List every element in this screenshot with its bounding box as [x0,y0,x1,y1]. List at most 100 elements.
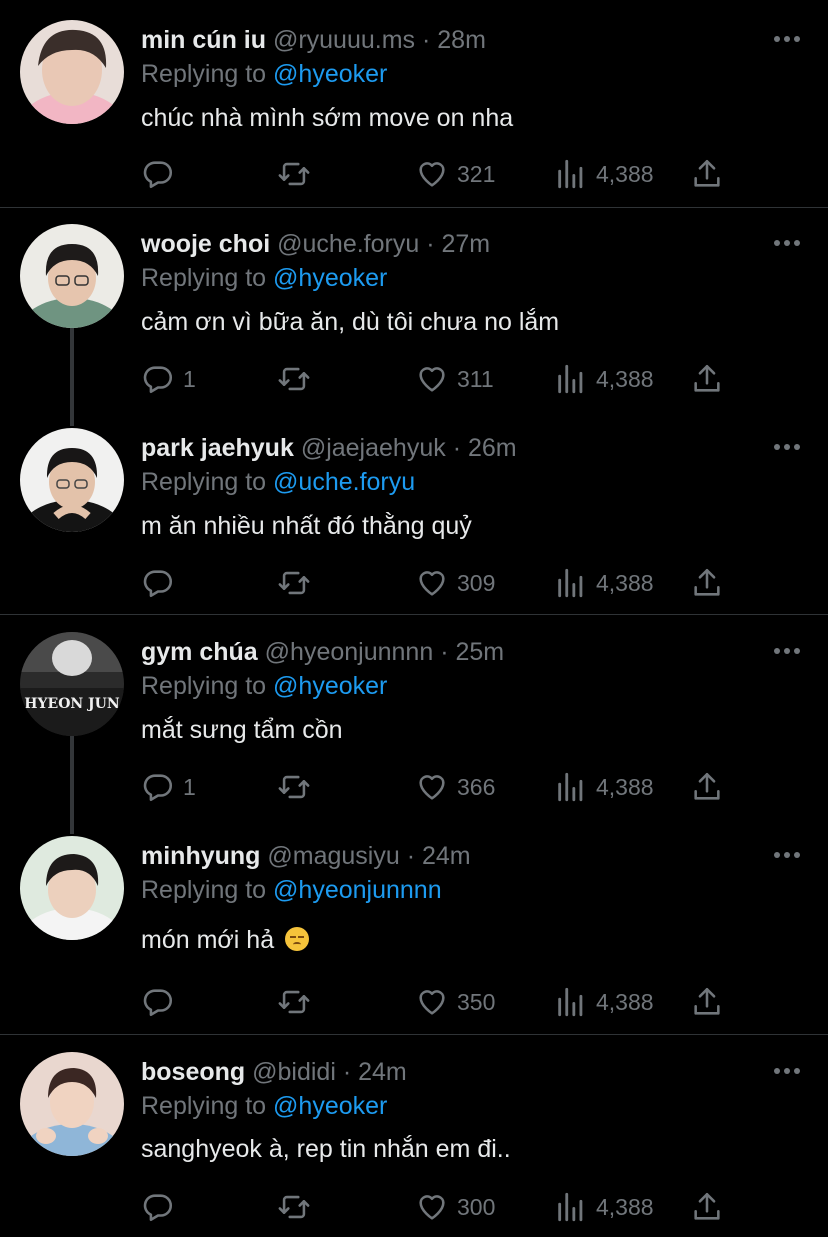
tweet-header: gym chúa @hyeonjunnnn · 25m [141,634,504,670]
reply-button[interactable] [141,1187,183,1227]
user-handle[interactable]: @magusiyu [267,842,399,870]
share-button[interactable] [690,154,724,194]
timestamp[interactable]: 24m [422,842,471,870]
views-button[interactable]: 4,388 [554,563,654,603]
reply-button[interactable]: 1 [141,359,196,399]
like-button[interactable]: 311 [415,359,494,399]
views-count: 4,388 [596,1193,654,1220]
mention-link[interactable]: @hyeoker [273,264,387,292]
heart-icon [419,162,445,187]
like-button[interactable]: 309 [415,563,495,603]
display-name[interactable]: park jaehyuk [141,434,294,462]
replying-to: Replying to @uche.foryu [141,465,415,499]
share-button[interactable] [690,359,724,399]
like-button[interactable]: 350 [415,982,495,1022]
replying-to: Replying to @hyeoker [141,261,387,295]
retweet-icon [278,775,310,799]
display-name[interactable]: wooje choi [141,230,270,258]
avatar[interactable] [20,1052,124,1156]
timestamp[interactable]: 24m [358,1058,407,1086]
user-handle[interactable]: @bididi [252,1058,336,1086]
replying-to-label: Replying to [141,876,267,904]
more-icon[interactable] [774,1066,800,1076]
reply-button[interactable] [141,154,183,194]
views-count: 4,388 [596,569,654,596]
share-button[interactable] [690,767,724,807]
tweet-text: sanghyeok à, rep tin nhắn em đi.. [141,1135,511,1163]
user-handle[interactable]: @ryuuuu.ms [273,26,415,54]
mention-link[interactable]: @hyeoker [273,60,387,88]
views-button[interactable]: 4,388 [554,767,654,807]
views-button[interactable]: 4,388 [554,359,654,399]
retweet-icon [278,571,310,595]
views-button[interactable]: 4,388 [554,154,654,194]
avatar[interactable] [20,428,124,532]
tweet[interactable]: park jaehyuk @jaejaehyuk · 26m Replying … [0,408,828,614]
timestamp[interactable]: 25m [455,638,504,666]
mention-link[interactable]: @hyeoker [273,1092,387,1120]
like-button[interactable]: 321 [415,154,495,194]
tweet-header: wooje choi @uche.foryu · 27m [141,226,490,262]
avatar[interactable] [20,224,124,328]
tweet[interactable]: min cún iu @ryuuuu.ms · 28m Replying to … [0,0,828,207]
avatar[interactable] [20,20,124,124]
timestamp[interactable]: 27m [442,230,491,258]
retweet-button[interactable] [277,563,311,603]
like-count: 350 [457,988,496,1015]
like-count: 300 [457,1193,496,1220]
mention-link[interactable]: @hyeonjunnnn [273,876,442,904]
avatar[interactable]: HYEON JUN [20,632,124,736]
views-button[interactable]: 4,388 [554,982,654,1022]
heart-icon [419,775,445,800]
separator-dot: · [452,434,462,462]
tweet-header: boseong @bididi · 24m [141,1054,407,1090]
share-button[interactable] [690,563,724,603]
retweet-button[interactable] [277,767,311,807]
user-handle[interactable]: @uche.foryu [277,230,419,258]
more-icon[interactable] [774,442,800,452]
replying-to-label: Replying to [141,468,267,496]
separator-dot: · [422,26,431,54]
views-button[interactable]: 4,388 [554,1187,654,1227]
replying-to-label: Replying to [141,672,267,700]
mention-link[interactable]: @hyeoker [273,672,387,700]
tweet-header: minhyung @magusiyu · 24m [141,838,471,874]
tweet-text: m ăn nhiều nhất đó thằng quỷ [141,512,472,540]
display-name[interactable]: min cún iu [141,26,266,54]
reply-button[interactable]: 1 [141,767,196,807]
display-name[interactable]: boseong [141,1058,245,1086]
display-name[interactable]: minhyung [141,842,260,870]
more-icon[interactable] [774,34,800,44]
retweet-button[interactable] [277,982,311,1022]
tweet[interactable]: minhyung @magusiyu · 24m Replying to @hy… [0,816,828,1034]
retweet-icon [278,1195,310,1219]
user-handle[interactable]: @jaejaehyuk [301,434,446,462]
replying-to-label: Replying to [141,60,267,88]
mention-link[interactable]: @uche.foryu [273,468,415,496]
timestamp[interactable]: 26m [468,434,517,462]
timestamp[interactable]: 28m [437,26,486,54]
tweet[interactable]: HYEON JUN gym chúa @hyeonjunnnn · 25m Re… [0,612,828,816]
more-icon[interactable] [774,646,800,656]
avatar-jersey-text: HYEON JUN [24,696,120,712]
views-count: 4,388 [596,988,654,1015]
like-count: 311 [457,365,494,392]
retweet-button[interactable] [277,1187,311,1227]
tweet[interactable]: wooje choi @uche.foryu · 27m Replying to… [0,204,828,408]
tweet[interactable]: boseong @bididi · 24m Replying to @hyeok… [0,1034,828,1237]
like-button[interactable]: 366 [415,767,495,807]
share-button[interactable] [690,1187,724,1227]
avatar[interactable] [20,836,124,940]
reply-button[interactable] [141,982,183,1022]
like-button[interactable]: 300 [415,1187,495,1227]
separator-dot: · [440,638,449,666]
retweet-button[interactable] [277,154,311,194]
share-button[interactable] [690,982,724,1022]
retweet-button[interactable] [277,359,311,399]
tweet-text-wrap: món mới hả [141,923,310,957]
reply-button[interactable] [141,563,183,603]
more-icon[interactable] [774,850,800,860]
user-handle[interactable]: @hyeonjunnnn [265,638,434,666]
more-icon[interactable] [774,238,800,248]
display-name[interactable]: gym chúa [141,638,258,666]
